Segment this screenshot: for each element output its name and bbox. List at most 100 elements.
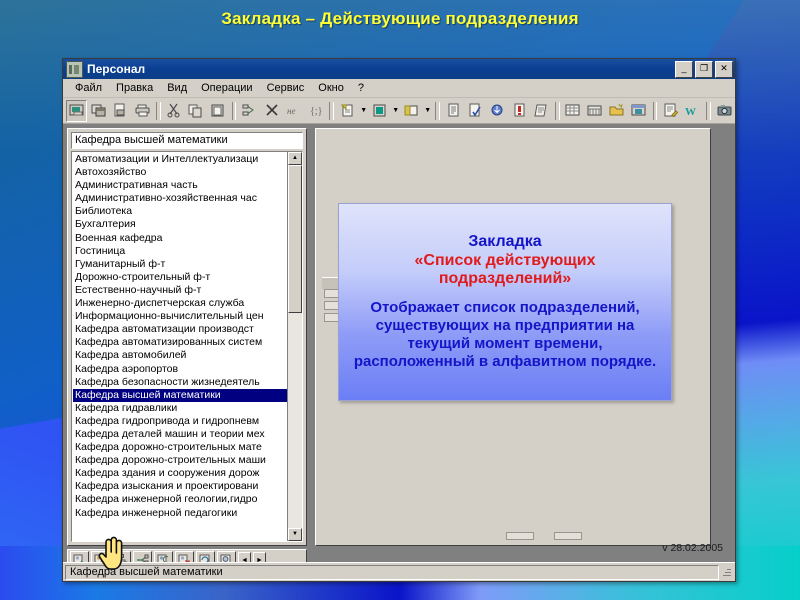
grid-glyph (587, 103, 603, 118)
menu-item-view[interactable]: Вид (160, 81, 194, 95)
chevron-down-icon[interactable]: ▼ (423, 101, 432, 121)
braces-icon[interactable]: {;} (305, 100, 326, 122)
statusbar-text: Кафедра высшей математики (65, 564, 719, 580)
structure-icon[interactable] (239, 100, 260, 122)
menu-item-operations[interactable]: Операции (194, 81, 259, 95)
import-icon[interactable] (487, 100, 508, 122)
list-item[interactable]: Кафедра дорожно-строительных маши (73, 454, 287, 467)
window-title: Персонал (87, 62, 146, 76)
no-filter-icon[interactable]: не (283, 100, 304, 122)
list-item[interactable]: Кафедра гидропривода и гидропневм (73, 415, 287, 428)
departments-scrollbar[interactable]: ▲ ▼ (287, 152, 302, 541)
minimize-button[interactable]: _ (675, 60, 693, 78)
toolbar-separator (435, 101, 441, 120)
list-item[interactable]: Кафедра здания и сооружения дорож (73, 467, 287, 480)
paste-icon[interactable] (208, 100, 229, 122)
menu-item-edit[interactable]: Правка (109, 81, 160, 95)
list-item[interactable]: Библиотека (73, 205, 287, 218)
link-icon[interactable] (133, 551, 152, 562)
maximize-button[interactable]: ❐ (695, 60, 713, 78)
delete-x-icon[interactable] (261, 100, 282, 122)
scrollbar-thumb[interactable] (288, 165, 302, 313)
new-doc-icon[interactable] (337, 100, 358, 122)
scroll-down-button[interactable]: ▼ (288, 528, 302, 541)
window-props-icon[interactable] (629, 100, 650, 122)
svg-text:{;}: {;} (310, 106, 322, 117)
delete-record-icon[interactable] (175, 551, 194, 562)
table-glyph (565, 103, 581, 118)
paste-glyph (210, 103, 226, 118)
list-item[interactable]: Кафедра аэропортов (73, 363, 287, 376)
scroll-up-button[interactable]: ▲ (288, 152, 302, 165)
menu-item-file[interactable]: Файл (68, 81, 109, 95)
departments-list[interactable]: Автоматизации и Интеллектуализаци Автохоз… (72, 152, 287, 541)
list-item[interactable]: Дорожно-строительный ф-т (73, 271, 287, 284)
window-titlebar[interactable]: Персонал _ ❐ ✕ (63, 59, 735, 79)
warning-doc-icon[interactable] (509, 100, 530, 122)
copy-icon[interactable] (186, 100, 207, 122)
nav-next-button[interactable]: ► (253, 551, 266, 562)
list-item[interactable]: Военная кафедра (73, 232, 287, 245)
child-window-button-2[interactable] (554, 532, 582, 540)
list-item[interactable]: Автоматизации и Интеллектуализаци (73, 153, 287, 166)
yellow-card-icon[interactable] (401, 100, 422, 122)
list-item[interactable]: Кафедра автоматизации производст (73, 323, 287, 336)
check-doc-icon[interactable] (465, 100, 486, 122)
menu-item-help[interactable]: ? (351, 81, 371, 95)
list-item[interactable]: Кафедра инженерной геологии,гидро (73, 493, 287, 506)
list-item[interactable]: Гостиница (73, 245, 287, 258)
menu-item-window[interactable]: Окно (311, 81, 351, 95)
open-folder-icon[interactable] (607, 100, 628, 122)
chevron-down-icon[interactable]: ▼ (359, 101, 368, 121)
list-item[interactable]: Кафедра высшей математики (73, 388, 287, 402)
list-item[interactable]: Кафедра безопасности жизнедеятель (73, 376, 287, 389)
new-window-icon[interactable] (88, 100, 109, 122)
list-item[interactable]: Автохозяйство (73, 166, 287, 179)
list-item[interactable]: Кафедра дорожно-строительных мате (73, 441, 287, 454)
close-button[interactable]: ✕ (715, 60, 733, 78)
list-item[interactable]: Гуманитарный ф-т (73, 258, 287, 271)
list-item[interactable]: Административно-хозяйственная час (73, 192, 287, 205)
list-item[interactable]: Кафедра автомобилей (73, 349, 287, 362)
open-card-icon[interactable] (66, 99, 87, 122)
scrollbar-track[interactable] (288, 165, 302, 528)
info-icon[interactable] (217, 551, 236, 562)
grid-icon[interactable] (585, 100, 606, 122)
list-item[interactable]: Информационно-вычислительный цен (73, 310, 287, 323)
note-icon[interactable] (531, 100, 552, 122)
list-item[interactable]: Инженерно-диспетчерская служба (73, 297, 287, 310)
import-glyph (490, 103, 506, 118)
cut-icon[interactable] (164, 100, 185, 122)
print-icon[interactable] (132, 100, 153, 122)
child-window-button-1[interactable] (506, 532, 534, 540)
reload-icon[interactable] (196, 551, 215, 562)
copy-doc-icon[interactable] (110, 100, 131, 122)
yellow-card-glyph (404, 103, 420, 118)
menubar: Файл Правка Вид Операции Сервис Окно ? (63, 79, 735, 98)
camera-icon[interactable] (714, 100, 735, 122)
list-item[interactable]: Кафедра деталей машин и теории мех (73, 428, 287, 441)
table-icon[interactable] (563, 100, 584, 122)
list-item[interactable]: Кафедра автоматизированных систем (73, 336, 287, 349)
list-item[interactable]: Административная часть (73, 179, 287, 192)
toolbar-separator (329, 101, 335, 120)
list-item[interactable]: Кафедра изыскания и проектировани (73, 480, 287, 493)
refresh-icon[interactable] (154, 551, 173, 562)
add-record-icon[interactable] (70, 551, 89, 562)
nav-prev-button[interactable]: ◄ (238, 551, 251, 562)
word-icon[interactable]: W (682, 100, 703, 122)
edit-list-icon[interactable] (660, 100, 681, 122)
braces-glyph: {;} (308, 103, 324, 118)
chevron-down-icon[interactable]: ▼ (391, 101, 400, 121)
department-search-input[interactable]: Кафедра высшей математики (71, 132, 303, 149)
list-item[interactable]: Кафедра гидравлики (73, 402, 287, 415)
list-item[interactable]: Кафедра инженерной педагогики (73, 507, 287, 520)
list-item[interactable]: Бухгалтерия (73, 218, 287, 231)
menu-item-service[interactable]: Сервис (260, 81, 312, 95)
green-card-icon[interactable] (369, 100, 390, 122)
copy-doc-glyph (113, 103, 129, 118)
list-item[interactable]: Естественно-научный ф-т (73, 284, 287, 297)
svg-text:не: не (287, 106, 295, 116)
report-icon[interactable] (443, 100, 464, 122)
resize-grip-icon[interactable] (719, 565, 733, 579)
